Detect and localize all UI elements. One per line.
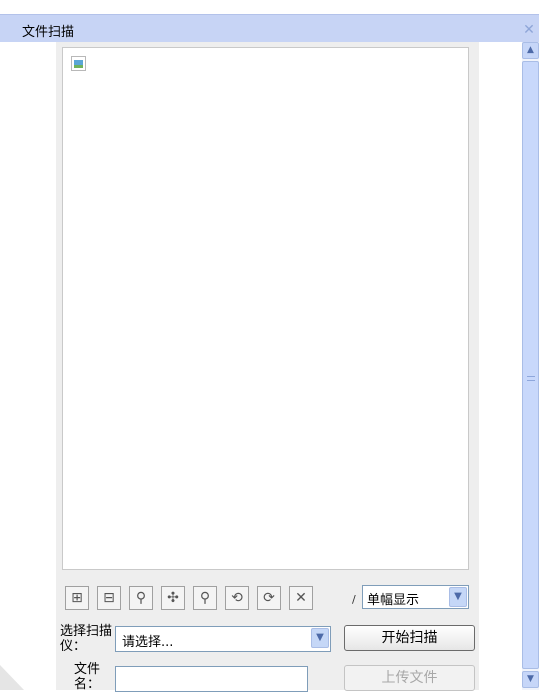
window-title: 文件扫描 — [22, 25, 75, 40]
title-bar: 文件扫描 ✕ — [0, 14, 539, 42]
scanner-row: 选择扫描仪： 请选择... ▼ 开始扫描 — [56, 620, 479, 658]
close-icon[interactable]: ✕ — [522, 23, 536, 37]
scanner-select-value: 请选择... — [122, 635, 174, 650]
rotate-right-icon[interactable]: ⟳ — [257, 586, 281, 610]
chevron-down-icon[interactable]: ▼ — [449, 587, 467, 607]
page-curl-decoration — [0, 665, 24, 690]
page-separator: / — [352, 593, 356, 606]
grip-icon — [527, 376, 535, 381]
fit-icon[interactable]: ✣ — [161, 586, 185, 610]
image-placeholder-icon — [71, 56, 86, 71]
scrollbar-thumb[interactable] — [522, 61, 539, 669]
filename-input[interactable] — [115, 666, 308, 692]
upload-file-button[interactable]: 上传文件 — [344, 665, 475, 691]
image-toolbar: ⊞ ⊟ ⚲ ✣ ⚲ ⟲ ⟳ ✕ / 单幅显示 ▼ — [62, 577, 477, 620]
vertical-scrollbar[interactable]: ▲ ▼ — [522, 42, 539, 690]
view-mode-select[interactable]: 单幅显示 ▼ — [362, 585, 469, 609]
rotate-left-icon[interactable]: ⟲ — [225, 586, 249, 610]
scanner-select[interactable]: 请选择... ▼ — [115, 626, 331, 652]
start-scan-button[interactable]: 开始扫描 — [344, 625, 475, 651]
zoom-out-icon[interactable]: ⚲ — [193, 586, 217, 610]
chevron-down-icon[interactable]: ▼ — [311, 628, 329, 648]
zoom-in-icon[interactable]: ⚲ — [129, 586, 153, 610]
filename-row: 文件名： 上传文件 — [56, 658, 479, 692]
scanner-label: 选择扫描仪： — [60, 624, 113, 654]
delete-icon[interactable]: ✕ — [289, 586, 313, 610]
remove-image-icon[interactable]: ⊟ — [97, 586, 121, 610]
scroll-up-icon[interactable]: ▲ — [522, 42, 539, 59]
add-image-icon[interactable]: ⊞ — [65, 586, 89, 610]
scroll-down-icon[interactable]: ▼ — [522, 671, 539, 688]
view-mode-value: 单幅显示 — [367, 593, 420, 608]
scan-preview-area — [62, 47, 469, 570]
filename-label: 文件名： — [74, 662, 101, 692]
